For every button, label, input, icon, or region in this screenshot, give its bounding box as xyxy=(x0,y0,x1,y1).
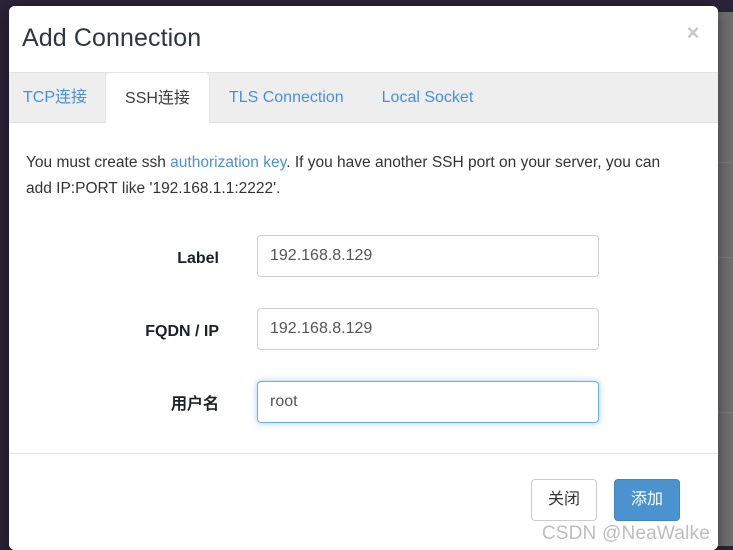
tab-tls-connection[interactable]: TLS Connection xyxy=(210,73,363,123)
close-icon[interactable]: × xyxy=(680,20,706,46)
dialog-title: Add Connection xyxy=(22,24,202,52)
dialog-body: You must create ssh authorization key. I… xyxy=(9,123,718,452)
label-input[interactable] xyxy=(257,235,599,277)
form-row-label: Label xyxy=(9,235,718,308)
page-scrollbar[interactable] xyxy=(718,12,733,546)
add-button[interactable]: 添加 xyxy=(614,479,680,521)
tab-local-socket[interactable]: Local Socket xyxy=(363,73,493,123)
tab-tcp-connection[interactable]: TCP连接 xyxy=(9,73,105,123)
page-backdrop-top-right xyxy=(718,0,733,12)
close-button[interactable]: 关闭 xyxy=(531,479,597,521)
label-field-label: Label xyxy=(177,250,219,267)
username-input[interactable] xyxy=(257,381,599,423)
ssh-hint-text: You must create ssh authorization key. I… xyxy=(26,150,686,202)
dialog-header: Add Connection × xyxy=(9,6,718,72)
tab-ssh-connection[interactable]: SSH连接 xyxy=(105,72,210,123)
form-row-fqdn: FQDN / IP xyxy=(9,308,718,381)
dialog-footer: 关闭 添加 CSDN @NeaWalke xyxy=(9,453,718,550)
hint-text-before: You must create ssh xyxy=(26,154,171,171)
fqdn-field-label: FQDN / IP xyxy=(145,323,219,340)
form-row-username: 用户名 xyxy=(9,381,718,454)
connection-form: Label FQDN / IP 用户名 xyxy=(9,235,718,454)
watermark-text: CSDN @NeaWalke xyxy=(541,523,710,544)
page-backdrop-left xyxy=(0,0,9,546)
fqdn-ip-input[interactable] xyxy=(257,308,599,350)
connection-type-tabs: TCP连接 SSH连接 TLS Connection Local Socket xyxy=(9,72,718,123)
authorization-key-link[interactable]: authorization key xyxy=(170,154,286,171)
page-root: Add Connection × TCP连接 SSH连接 TLS Connect… xyxy=(0,0,733,550)
username-field-label: 用户名 xyxy=(170,396,219,413)
add-connection-dialog: Add Connection × TCP连接 SSH连接 TLS Connect… xyxy=(9,6,718,550)
